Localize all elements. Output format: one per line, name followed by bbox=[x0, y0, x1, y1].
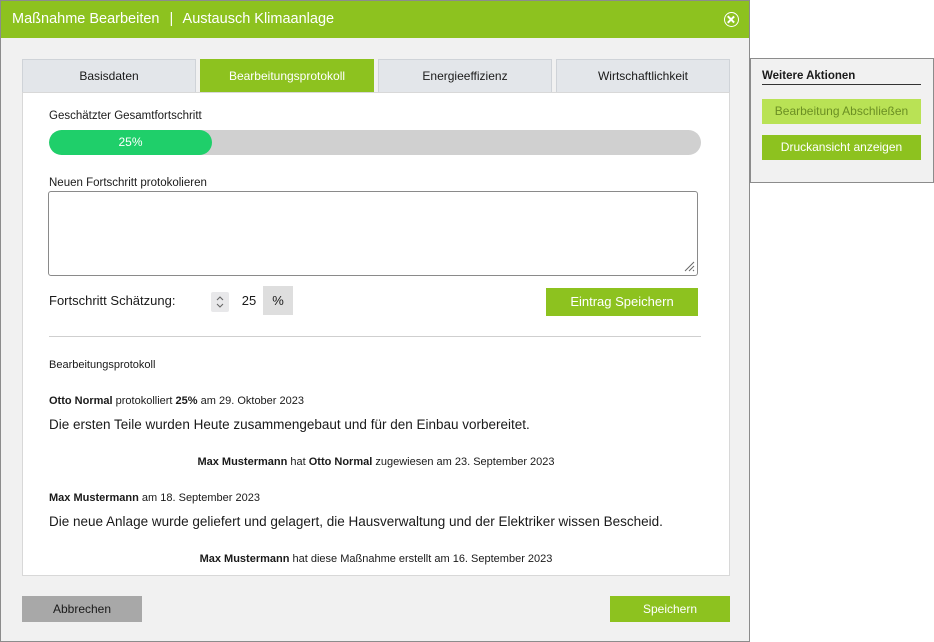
dialog-title: Maßnahme Bearbeiten bbox=[12, 11, 160, 27]
divider bbox=[49, 336, 701, 337]
log-entry-text: Die ersten Teile wurden Heute zusammenge… bbox=[49, 417, 530, 432]
log-entry-header: Otto Normal protokolliert 25% am 29. Okt… bbox=[49, 395, 304, 407]
dialog-header: Maßnahme Bearbeiten | Austausch Klimaanl… bbox=[1, 1, 749, 38]
log-date: am 18. September 2023 bbox=[141, 492, 260, 504]
log-entry-header: Max Mustermann am 18. September 2023 bbox=[49, 492, 260, 504]
note-actor: Max Mustermann bbox=[197, 456, 288, 468]
estimate-value[interactable]: 25 bbox=[234, 293, 264, 308]
tab-basisdaten[interactable]: Basisdaten bbox=[22, 59, 196, 92]
complete-editing-button[interactable]: Bearbeitung Abschließen bbox=[762, 99, 921, 124]
progress-bar: 25% bbox=[49, 130, 701, 155]
log-created-note: Max Mustermann hat diese Maßnahme erstel… bbox=[23, 553, 729, 565]
log-date: am 29. Oktober 2023 bbox=[200, 395, 304, 407]
print-view-button[interactable]: Druckansicht anzeigen bbox=[762, 135, 921, 160]
tab-wirtschaftlichkeit[interactable]: Wirtschaftlichkeit bbox=[556, 59, 730, 92]
log-author: Max Mustermann bbox=[49, 492, 139, 504]
dialog-subtitle: Austausch Klimaanlage bbox=[182, 11, 335, 27]
log-author: Otto Normal bbox=[49, 395, 113, 407]
log-assignment-note: Max Mustermann hat Otto Normal zugewiese… bbox=[23, 456, 729, 468]
further-actions-title: Weitere Aktionen bbox=[762, 70, 921, 85]
note-mid: hat bbox=[290, 456, 306, 468]
note-target: Otto Normal bbox=[308, 456, 373, 468]
title-separator: | bbox=[169, 11, 174, 27]
save-button[interactable]: Speichern bbox=[610, 596, 730, 622]
resize-grip-icon[interactable] bbox=[683, 260, 695, 272]
progress-label: Geschätzter Gesamtfortschritt bbox=[49, 110, 202, 122]
percent-unit: % bbox=[263, 286, 293, 315]
log-percent: 25% bbox=[175, 395, 198, 407]
save-entry-button[interactable]: Eintrag Speichern bbox=[546, 288, 698, 316]
progress-bar-fill: 25% bbox=[49, 130, 212, 155]
stepper-arrows-icon bbox=[216, 296, 224, 308]
note-actor: Max Mustermann bbox=[199, 553, 290, 565]
estimate-label: Fortschritt Schätzung: bbox=[49, 293, 176, 308]
estimate-stepper[interactable] bbox=[211, 292, 229, 312]
log-entry-text: Die neue Anlage wurde geliefert und gela… bbox=[49, 514, 663, 529]
close-icon[interactable] bbox=[724, 12, 739, 27]
log-title: Bearbeitungsprotokoll bbox=[49, 359, 156, 371]
further-actions-panel: Weitere Aktionen Bearbeitung Abschließen… bbox=[750, 58, 934, 183]
progress-entry-textarea[interactable] bbox=[48, 191, 698, 276]
log-verb: protokolliert bbox=[115, 395, 173, 407]
edit-measure-dialog: Maßnahme Bearbeiten | Austausch Klimaanl… bbox=[0, 0, 750, 642]
new-entry-label: Neuen Fortschritt protokolieren bbox=[49, 177, 207, 189]
protocol-panel: Geschätzter Gesamtfortschritt 25% Neuen … bbox=[22, 92, 730, 576]
tab-bearbeitungsprotokoll[interactable]: Bearbeitungsprotokoll bbox=[200, 59, 374, 92]
note-rest: hat diese Maßnahme erstellt am 16. Septe… bbox=[292, 553, 553, 565]
tab-bar: Basisdaten Bearbeitungsprotokoll Energie… bbox=[22, 59, 730, 92]
cancel-button[interactable]: Abbrechen bbox=[22, 596, 142, 622]
tab-energieeffizienz[interactable]: Energieeffizienz bbox=[378, 59, 552, 92]
note-rest: zugewiesen am 23. September 2023 bbox=[375, 456, 555, 468]
